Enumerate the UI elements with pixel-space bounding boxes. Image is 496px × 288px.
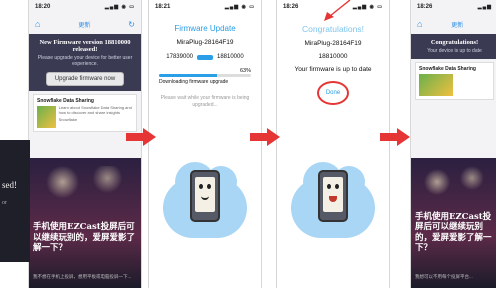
congrats-title: Congratulations! [302, 24, 364, 34]
progress-fill [159, 74, 217, 77]
phone-mascot-icon [190, 170, 220, 222]
status-bar: 18:26 ▂▄▆ [411, 0, 496, 14]
phone-mascot-icon [318, 170, 348, 222]
phone-screen-2: 18:21 ▂▄▆ ◉ ▭ Firmware Update MiraPlug-2… [148, 0, 262, 288]
ad-title: Snowflake Data Sharing [37, 98, 94, 104]
nav-title: 更新 [451, 22, 464, 29]
status-bar: 18:20 ▂▄▆ ◉ ▭ [29, 0, 141, 14]
nav-title: 更新 [78, 22, 91, 29]
phone-screen-4: 18:26 ▂▄▆ ⌂ 更新 Congratulations! Your dev… [410, 0, 496, 288]
ad-image [419, 74, 453, 96]
current-version: 18810000 [318, 53, 348, 60]
signal-wifi-battery-icon: ▂▄▆ ◉ ▭ [224, 4, 255, 10]
signal-wifi-battery-icon: ▂▄▆ ◉ ▭ [352, 4, 383, 10]
refresh-icon[interactable]: ↻ [128, 20, 135, 29]
to-version: 18810000 [217, 54, 244, 60]
banner-subtitle: Please upgrade your device for better us… [37, 55, 133, 67]
progress-section: 63% Downloading firmware upgrade [159, 68, 251, 85]
from-version: 17839000 [166, 54, 193, 60]
ad-text: Learn about Snowflake Data Sharing and h… [58, 105, 132, 115]
arrow-right-icon [250, 128, 280, 146]
status-banner: Congratulations! Your device is up to da… [411, 34, 496, 59]
stage-lights-image [29, 166, 141, 206]
overlay-text: sed! [2, 180, 17, 190]
status-time: 18:21 [155, 4, 171, 10]
up-to-date-status: Your firmware is up to date [294, 66, 372, 73]
device-name: MiraPlug-28164F19 [176, 39, 234, 46]
upgrade-firmware-button[interactable]: Upgrade firmware now [45, 72, 125, 86]
nav-bar: ⌂ 更新 ↻ [29, 14, 141, 34]
promo-area[interactable]: 手机使用EZCast投屏后可以继续玩别的，爱屏爱影了解一下？ 我不想在手机上投屏… [29, 158, 141, 288]
phone-screen-1: 18:20 ▂▄▆ ◉ ▭ ⌂ 更新 ↻ New Firmware versio… [28, 0, 142, 288]
promo-title: 手机使用EZCast投屏后可以继续玩别的，爱屏爱影了解一下？ [33, 222, 136, 254]
ad-card[interactable]: Snowflake Data Sharing Learn about Snowf… [33, 94, 137, 132]
banner-subtitle: Your device is up to date [427, 48, 482, 54]
nav-bar: ⌂ 更新 [411, 14, 496, 34]
banner-title: New Firmware version 18810000 released! [39, 39, 131, 53]
status-bar: 18:21 ▂▄▆ ◉ ▭ [149, 0, 261, 14]
stage-lights-image [411, 166, 496, 206]
ad-title: Snowflake Data Sharing [419, 66, 476, 72]
version-row: 17839000 18810000 [149, 54, 261, 60]
home-icon[interactable]: ⌂ [417, 19, 422, 29]
ad-image [37, 106, 56, 128]
progress-bar [159, 74, 251, 77]
done-button[interactable]: Done [317, 81, 349, 105]
wait-note: Please wait while your firmware is being… [160, 95, 250, 108]
status-time: 18:20 [35, 4, 51, 10]
home-icon[interactable]: ⌂ [35, 19, 40, 29]
signal-wifi-battery-icon: ▂▄▆ ◉ ▭ [104, 4, 135, 10]
device-name: MiraPlug-28164F19 [304, 40, 362, 47]
status-time: 18:26 [417, 4, 433, 10]
promo-subtitle: 我想可以不用每个投屏平台... [415, 274, 473, 280]
firmware-update-title: Firmware Update [174, 24, 236, 33]
promo-area[interactable]: 手机使用EZCast投屏后可以继续玩别的，爱屏爱影了解一下？ 我想可以不用每个投… [411, 158, 496, 288]
phone-screen-3: 18:26 ▂▄▆ ◉ ▭ Congratulations! MiraPlug-… [276, 0, 390, 288]
pointer-arrow-icon [324, 0, 351, 21]
signal-wifi-battery-icon: ▂▄▆ [477, 4, 492, 10]
status-time: 18:26 [283, 4, 299, 10]
arrow-right-icon [126, 128, 156, 146]
arrow-right-icon [380, 128, 410, 146]
ad-card[interactable]: Snowflake Data Sharing [415, 62, 494, 100]
promo-subtitle: 我不想在手机上投屏，想用平板或电脑投屏一下... [33, 274, 132, 280]
overlay-sub: or [2, 200, 7, 206]
firmware-banner: New Firmware version 18810000 released! … [29, 34, 141, 91]
banner-title: Congratulations! [430, 39, 479, 46]
upgrade-arrow-icon [197, 54, 213, 60]
overlay-card: sed! or [0, 140, 30, 262]
promo-title: 手机使用EZCast投屏后可以继续玩别的，爱屏爱影了解一下？ [415, 211, 492, 254]
ad-brand: Snowflake [58, 116, 78, 122]
progress-status: Downloading firmware upgrade [159, 79, 229, 85]
